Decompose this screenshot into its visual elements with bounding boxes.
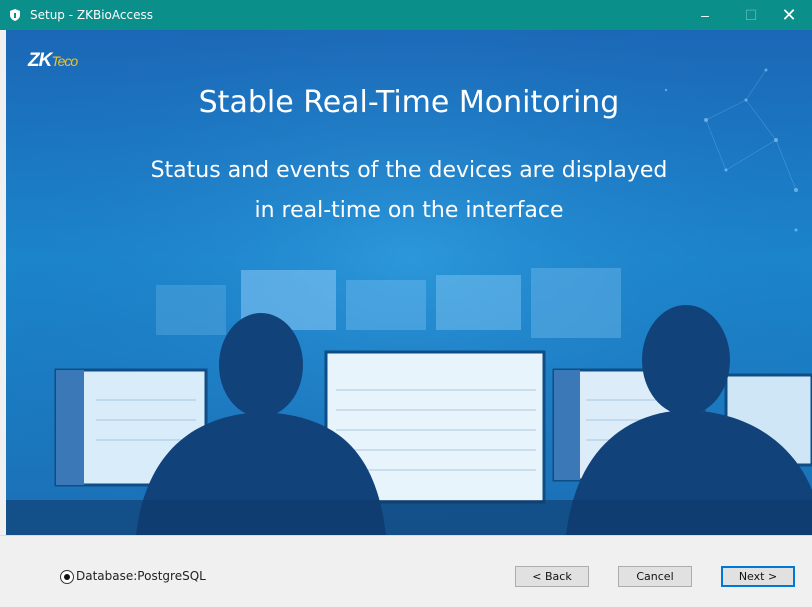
close-button[interactable]: ✕: [766, 0, 812, 30]
database-label[interactable]: Database:PostgreSQL: [76, 569, 206, 583]
window-title: Setup - ZKBioAccess: [30, 8, 153, 22]
title-bar[interactable]: Setup - ZKBioAccess ‒ ☐ ✕: [0, 0, 812, 30]
database-radio[interactable]: [60, 570, 74, 584]
zkteco-logo: ZKTeco: [28, 50, 78, 72]
footer-bar: Database:PostgreSQL < Back Cancel Next >: [0, 535, 812, 607]
cancel-button[interactable]: Cancel: [618, 566, 692, 587]
next-button[interactable]: Next >: [721, 566, 795, 587]
banner-image: ZKTeco Stable Real-Time Monitoring Statu…: [6, 30, 812, 535]
back-button[interactable]: < Back: [515, 566, 589, 587]
logo-sub-text: Teco: [51, 53, 78, 69]
banner-subline-1: Status and events of the devices are dis…: [150, 158, 668, 183]
setup-window: Setup - ZKBioAccess ‒ ☐ ✕ ZKTeco Stable …: [0, 0, 812, 607]
banner-headline: Stable Real-Time Monitoring: [198, 85, 620, 120]
setup-shield-icon: [8, 8, 22, 22]
banner-subline-2: in real-time on the interface: [254, 198, 564, 223]
minimize-button[interactable]: ‒: [682, 0, 728, 30]
logo-main-text: ZK: [28, 50, 52, 71]
